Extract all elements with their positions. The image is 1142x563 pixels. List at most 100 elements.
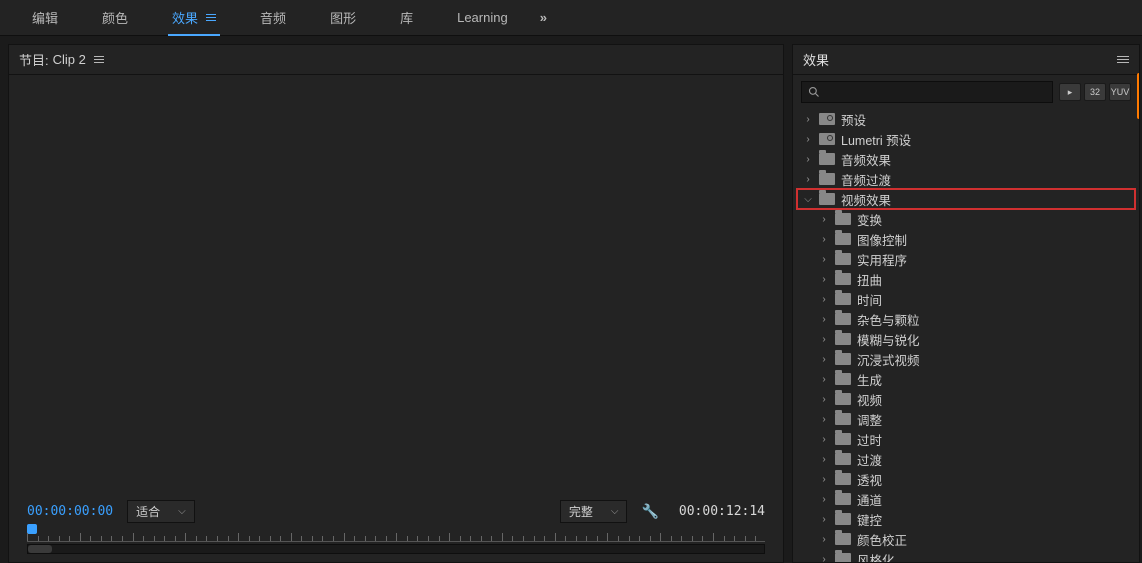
- tree-item[interactable]: ›过渡: [797, 449, 1135, 469]
- filter-chip-2[interactable]: YUV: [1109, 83, 1131, 101]
- panel-menu-icon[interactable]: [94, 56, 104, 63]
- tree-item[interactable]: ›视频: [797, 389, 1135, 409]
- workspace-tab-音频[interactable]: 音频: [238, 0, 308, 36]
- folder-icon: [835, 373, 851, 385]
- chevron-right-icon[interactable]: ›: [819, 234, 829, 245]
- tree-item[interactable]: ›杂色与颗粒: [797, 309, 1135, 329]
- horizontal-scrollbar[interactable]: [27, 544, 765, 554]
- workspace-tab-库[interactable]: 库: [378, 0, 435, 36]
- program-panel-header[interactable]: 节目: Clip 2: [9, 45, 783, 75]
- chevron-right-icon[interactable]: ›: [819, 494, 829, 505]
- chevron-right-icon[interactable]: ›: [819, 554, 829, 563]
- filter-chip-0[interactable]: ▸: [1059, 83, 1081, 101]
- chevron-down-icon: ⌵: [611, 506, 619, 517]
- tree-item[interactable]: ›实用程序: [797, 249, 1135, 269]
- chevron-right-icon[interactable]: ›: [803, 134, 813, 145]
- chevron-right-icon[interactable]: ›: [819, 354, 829, 365]
- tree-item[interactable]: › 模糊与锐化: [797, 329, 1135, 349]
- chevron-right-icon[interactable]: ›: [819, 414, 829, 425]
- tree-item[interactable]: ⌵视频效果: [797, 189, 1135, 209]
- panel-menu-icon[interactable]: [1117, 56, 1129, 63]
- chevron-right-icon[interactable]: ›: [819, 474, 829, 485]
- tree-item[interactable]: ›沉浸式视频: [797, 349, 1135, 369]
- filter-chip-1[interactable]: 32: [1084, 83, 1106, 101]
- effects-search-input[interactable]: [801, 81, 1053, 103]
- folder-icon: [835, 433, 851, 445]
- tree-item-label: 图像控制: [857, 230, 907, 249]
- zoom-fit-dropdown[interactable]: 适合 ⌵: [127, 500, 195, 523]
- preview-viewport[interactable]: [9, 75, 783, 494]
- playhead-marker[interactable]: [27, 524, 37, 534]
- workspace-tab-编辑[interactable]: 编辑: [10, 0, 80, 36]
- tree-item[interactable]: › 图像控制: [797, 229, 1135, 249]
- time-ruler[interactable]: [27, 528, 765, 542]
- quality-label: 完整: [569, 503, 593, 520]
- folder-icon: [835, 533, 851, 545]
- tree-item-label: 模糊与锐化: [857, 330, 920, 349]
- chevron-right-icon[interactable]: ›: [819, 274, 829, 285]
- tree-item-label: 预设: [841, 110, 866, 129]
- workspace-tab-颜色[interactable]: 颜色: [80, 0, 150, 36]
- program-clip-name: Clip 2: [53, 52, 86, 67]
- tree-item[interactable]: ›Lumetri 预设: [797, 129, 1135, 149]
- expand-tabs-button[interactable]: »: [540, 10, 549, 25]
- tree-item[interactable]: ›透视: [797, 469, 1135, 489]
- tree-item[interactable]: ›风格化: [797, 549, 1135, 562]
- program-title-prefix: 节目:: [19, 50, 49, 69]
- folder-icon: [835, 513, 851, 525]
- tree-item[interactable]: ›颜色校正: [797, 529, 1135, 549]
- chevron-right-icon[interactable]: ›: [819, 314, 829, 325]
- tree-item[interactable]: › 变换: [797, 209, 1135, 229]
- current-timecode[interactable]: 00:00:00:00: [27, 504, 113, 519]
- workspace-tab-图形[interactable]: 图形: [308, 0, 378, 36]
- chevron-right-icon[interactable]: ›: [819, 454, 829, 465]
- search-field[interactable]: [824, 85, 1046, 99]
- search-icon: [808, 86, 820, 98]
- preset-icon: [819, 113, 835, 125]
- program-monitor-column: 节目: Clip 2 00:00:00:00 适合 ⌵ 完整 ⌵ 🔧 0: [0, 36, 792, 563]
- tree-item[interactable]: › 键控: [797, 509, 1135, 529]
- scrollbar-thumb[interactable]: [28, 545, 52, 553]
- settings-wrench-icon[interactable]: 🔧: [641, 503, 658, 520]
- chevron-right-icon[interactable]: ›: [819, 294, 829, 305]
- effects-tree[interactable]: ›预设›Lumetri 预设›音频效果›音频过渡⌵视频效果›变换›图像控制›实用…: [793, 109, 1139, 562]
- chevron-right-icon[interactable]: ›: [819, 394, 829, 405]
- duration-timecode[interactable]: 00:00:12:14: [679, 504, 765, 519]
- tree-item[interactable]: ›音频过渡: [797, 169, 1135, 189]
- folder-icon: [835, 273, 851, 285]
- effects-panel-header[interactable]: 效果: [793, 45, 1139, 75]
- chevron-down-icon[interactable]: ⌵: [803, 194, 813, 205]
- chevron-right-icon[interactable]: ›: [803, 174, 813, 185]
- program-monitor-panel: 节目: Clip 2 00:00:00:00 适合 ⌵ 完整 ⌵ 🔧 0: [8, 44, 784, 563]
- tree-item[interactable]: ›调整: [797, 409, 1135, 429]
- tree-item[interactable]: › 预设: [797, 109, 1135, 129]
- folder-icon: [835, 353, 851, 365]
- chevron-right-icon[interactable]: ›: [819, 334, 829, 345]
- tree-item[interactable]: ›时间: [797, 289, 1135, 309]
- chevron-right-icon[interactable]: ›: [819, 434, 829, 445]
- tree-item-label: 音频效果: [841, 150, 891, 169]
- folder-icon: [835, 213, 851, 225]
- folder-icon: [835, 413, 851, 425]
- tree-item-label: 键控: [857, 510, 882, 529]
- folder-icon: [835, 333, 851, 345]
- tree-item[interactable]: ›生成: [797, 369, 1135, 389]
- chevron-right-icon[interactable]: ›: [819, 214, 829, 225]
- folder-icon: [835, 253, 851, 265]
- chevron-right-icon[interactable]: ›: [803, 114, 813, 125]
- tree-item[interactable]: ›扭曲: [797, 269, 1135, 289]
- tree-item[interactable]: › 音频效果: [797, 149, 1135, 169]
- chevron-right-icon[interactable]: ›: [803, 154, 813, 165]
- tree-item[interactable]: ›过时: [797, 429, 1135, 449]
- chevron-right-icon[interactable]: ›: [819, 254, 829, 265]
- chevron-right-icon[interactable]: ›: [819, 514, 829, 525]
- resolution-dropdown[interactable]: 完整 ⌵: [560, 500, 628, 523]
- workspace-tab-效果[interactable]: 效果: [150, 0, 238, 36]
- effects-panel-title: 效果: [803, 50, 829, 69]
- chevron-right-icon[interactable]: ›: [819, 374, 829, 385]
- tree-item-label: 变换: [857, 210, 882, 229]
- workspace-tab-learning[interactable]: Learning: [435, 0, 530, 36]
- chevron-right-icon[interactable]: ›: [819, 534, 829, 545]
- main-area: 节目: Clip 2 00:00:00:00 适合 ⌵ 完整 ⌵ 🔧 0: [0, 36, 1142, 563]
- tree-item[interactable]: ›通道: [797, 489, 1135, 509]
